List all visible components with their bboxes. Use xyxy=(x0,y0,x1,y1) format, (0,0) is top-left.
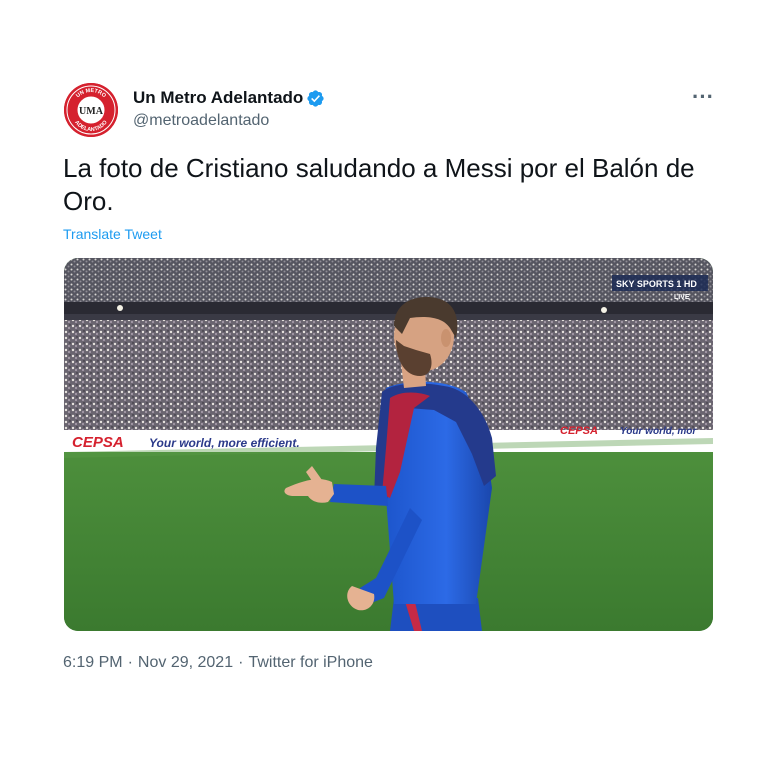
stadium-photo: CEPSA Your world, more efficient. CEPSA … xyxy=(64,258,713,631)
board-slogan-right: Your world, mor xyxy=(620,426,697,437)
avatar-text: UMA xyxy=(79,106,104,117)
tweet-photo[interactable]: CEPSA Your world, more efficient. CEPSA … xyxy=(64,258,713,631)
tweet-time[interactable]: 6:19 PM xyxy=(63,654,123,672)
tweet-meta: 6:19 PM · Nov 29, 2021 · Twitter for iPh… xyxy=(63,654,373,672)
author-block[interactable]: Un Metro Adelantado @metroadelantado xyxy=(133,87,325,130)
display-name[interactable]: Un Metro Adelantado xyxy=(133,88,303,108)
tweet-card: UMA UN METRO ADELANTADO Un Metro Adelant… xyxy=(0,0,768,768)
more-options-icon: ··· xyxy=(692,84,714,109)
tweet-date[interactable]: Nov 29, 2021 xyxy=(138,654,233,672)
live-label: LIVE xyxy=(674,294,690,301)
meta-separator: · xyxy=(238,654,244,671)
handle[interactable]: @metroadelantado xyxy=(133,112,325,130)
uma-logo-icon: UMA UN METRO ADELANTADO xyxy=(64,83,118,137)
broadcaster-label: SKY SPORTS 1 HD xyxy=(616,279,697,289)
board-brand-right: CEPSA xyxy=(560,425,598,437)
meta-separator: · xyxy=(127,654,133,671)
more-options-button[interactable]: ··· xyxy=(686,84,720,110)
verified-badge-icon xyxy=(306,89,325,108)
tweet-text: La foto de Cristiano saludando a Messi p… xyxy=(63,153,695,216)
board-brand-left: CEPSA xyxy=(72,434,124,451)
tweet-source[interactable]: Twitter for iPhone xyxy=(248,654,373,672)
translate-tweet-link[interactable]: Translate Tweet xyxy=(63,226,162,242)
avatar[interactable]: UMA UN METRO ADELANTADO xyxy=(64,83,118,137)
